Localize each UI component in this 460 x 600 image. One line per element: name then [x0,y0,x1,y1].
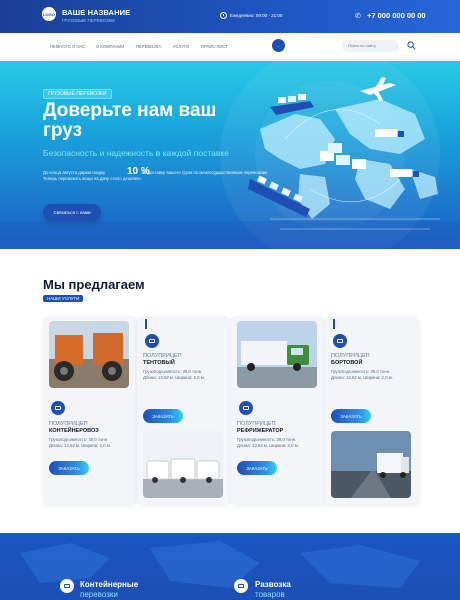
hero-text-before: До конца августа дарим скидку [43,170,106,175]
offers-badge: Наши услуги [43,295,84,302]
container-truck-photo [49,321,129,388]
card-name: Контейнеровоз [49,428,99,434]
offers-title: Мы предлагаем [43,277,145,292]
phone-icon: ✆ [355,13,361,20]
card-name: Рефрижератор [237,428,284,434]
logistics-illustration [248,77,440,230]
order-button[interactable]: ЗАКАЗАТЬ [49,461,89,475]
green-truck-photo [237,321,317,388]
nav-item-price[interactable]: ПРАЙС-ЛИСТ [201,44,228,49]
bottom-item-title: Развозка [255,580,291,589]
service-card-tent: Полуприцеп Тентовый Грузоподъемность: 39… [137,316,231,504]
vans-photo [143,431,223,498]
card-category: Полуприцеп [143,353,182,359]
discount-percent: 10 % [127,166,150,177]
contact-us-button[interactable]: Связаться с нами [43,204,101,221]
bottom-item-title: Контейнерные [80,580,139,589]
card-marker [333,319,335,329]
plane-icon [360,77,396,101]
search-input[interactable] [342,40,399,52]
working-hours: Ежедневно: 09:00 - 21:00 [230,13,283,18]
nav-item-transport[interactable]: ПЕРЕВОЗКА [136,44,161,49]
card-specs: Грузоподъемность: 39,0 тонн. Длина: 13,6… [143,369,205,380]
order-button[interactable]: ЗАКАЗАТЬ [143,409,183,423]
brand-title: ВАШЕ НАЗВАНИЕ [62,8,131,17]
truck-icon [239,401,253,415]
card-name: Тентовый [143,360,175,366]
order-button[interactable]: ЗАКАЗАТЬ [237,461,277,475]
container-icon [51,401,65,415]
nav-item-services[interactable]: УСЛУГИ [173,44,189,49]
bottom-item-sub: товаров [255,590,285,599]
nav-item-company[interactable]: О КОМПАНИИ [96,44,124,49]
nav-more-button[interactable]: ... [272,39,285,52]
search-icon[interactable] [407,41,416,50]
nav-item-about-us[interactable]: НЕМНОГО О НАС [50,44,85,49]
card-specs: Грузоподъемность: 39,0 тонн. Длина: 13,6… [331,369,393,380]
main-nav: НЕМНОГО О НАС О КОМПАНИИ ПЕРЕВОЗКА УСЛУГ… [0,33,460,60]
card-category: Полуприцеп [49,421,88,427]
bottom-item-sub: перевозки [80,590,118,599]
top-bar: LOGO ВАШЕ НАЗВАНИЕ ГРУЗОВЫЕ ПЕРЕВОЗКИ Еж… [0,0,460,33]
hero-title: Доверьте нам ваш груз [43,100,217,141]
bottom-band: Контейнерные перевозки Развозка товаров [0,533,460,600]
page: LOGO ВАШЕ НАЗВАНИЕ ГРУЗОВЫЕ ПЕРЕВОЗКИ Еж… [0,0,460,600]
logo[interactable]: LOGO [42,7,56,21]
card-category: Полуприцеп [331,353,370,359]
card-specs: Грузоподъемность: 40,0 тонн. Длина: 13,6… [49,437,111,448]
truck-icon [333,334,347,348]
ship-icon [270,94,314,115]
brand-subtitle: ГРУЗОВЫЕ ПЕРЕВОЗКИ [62,18,115,23]
order-button[interactable]: ЗАКАЗАТЬ [331,409,371,423]
hero-banner: Грузовые перевозки Доверьте нам ваш груз… [0,61,460,249]
service-card-flatbed: Полуприцеп Бортовой Грузоподъемность: 39… [325,316,419,504]
truck-icon [145,334,159,348]
card-marker [145,319,147,329]
clock-icon [220,12,227,19]
service-card-refrigerator: Полуприцеп Рефрижератор Грузоподъемность… [231,316,325,504]
hero-subtitle: Безопасность и надежность в каждой поста… [43,148,229,158]
road-truck-photo [331,431,411,498]
delivery-icon [234,579,248,593]
container-icon [60,579,74,593]
hero-badge: Грузовые перевозки [43,89,112,99]
card-specs: Грузоподъемность: 28,0 тонн. Длина: 13,6… [237,437,299,448]
phone-number[interactable]: +7 000 000 00 00 [367,11,426,20]
card-name: Бортовой [331,360,363,366]
service-card-container: Полуприцеп Контейнеровоз Грузоподъемност… [43,316,137,504]
card-category: Полуприцеп [237,421,276,427]
